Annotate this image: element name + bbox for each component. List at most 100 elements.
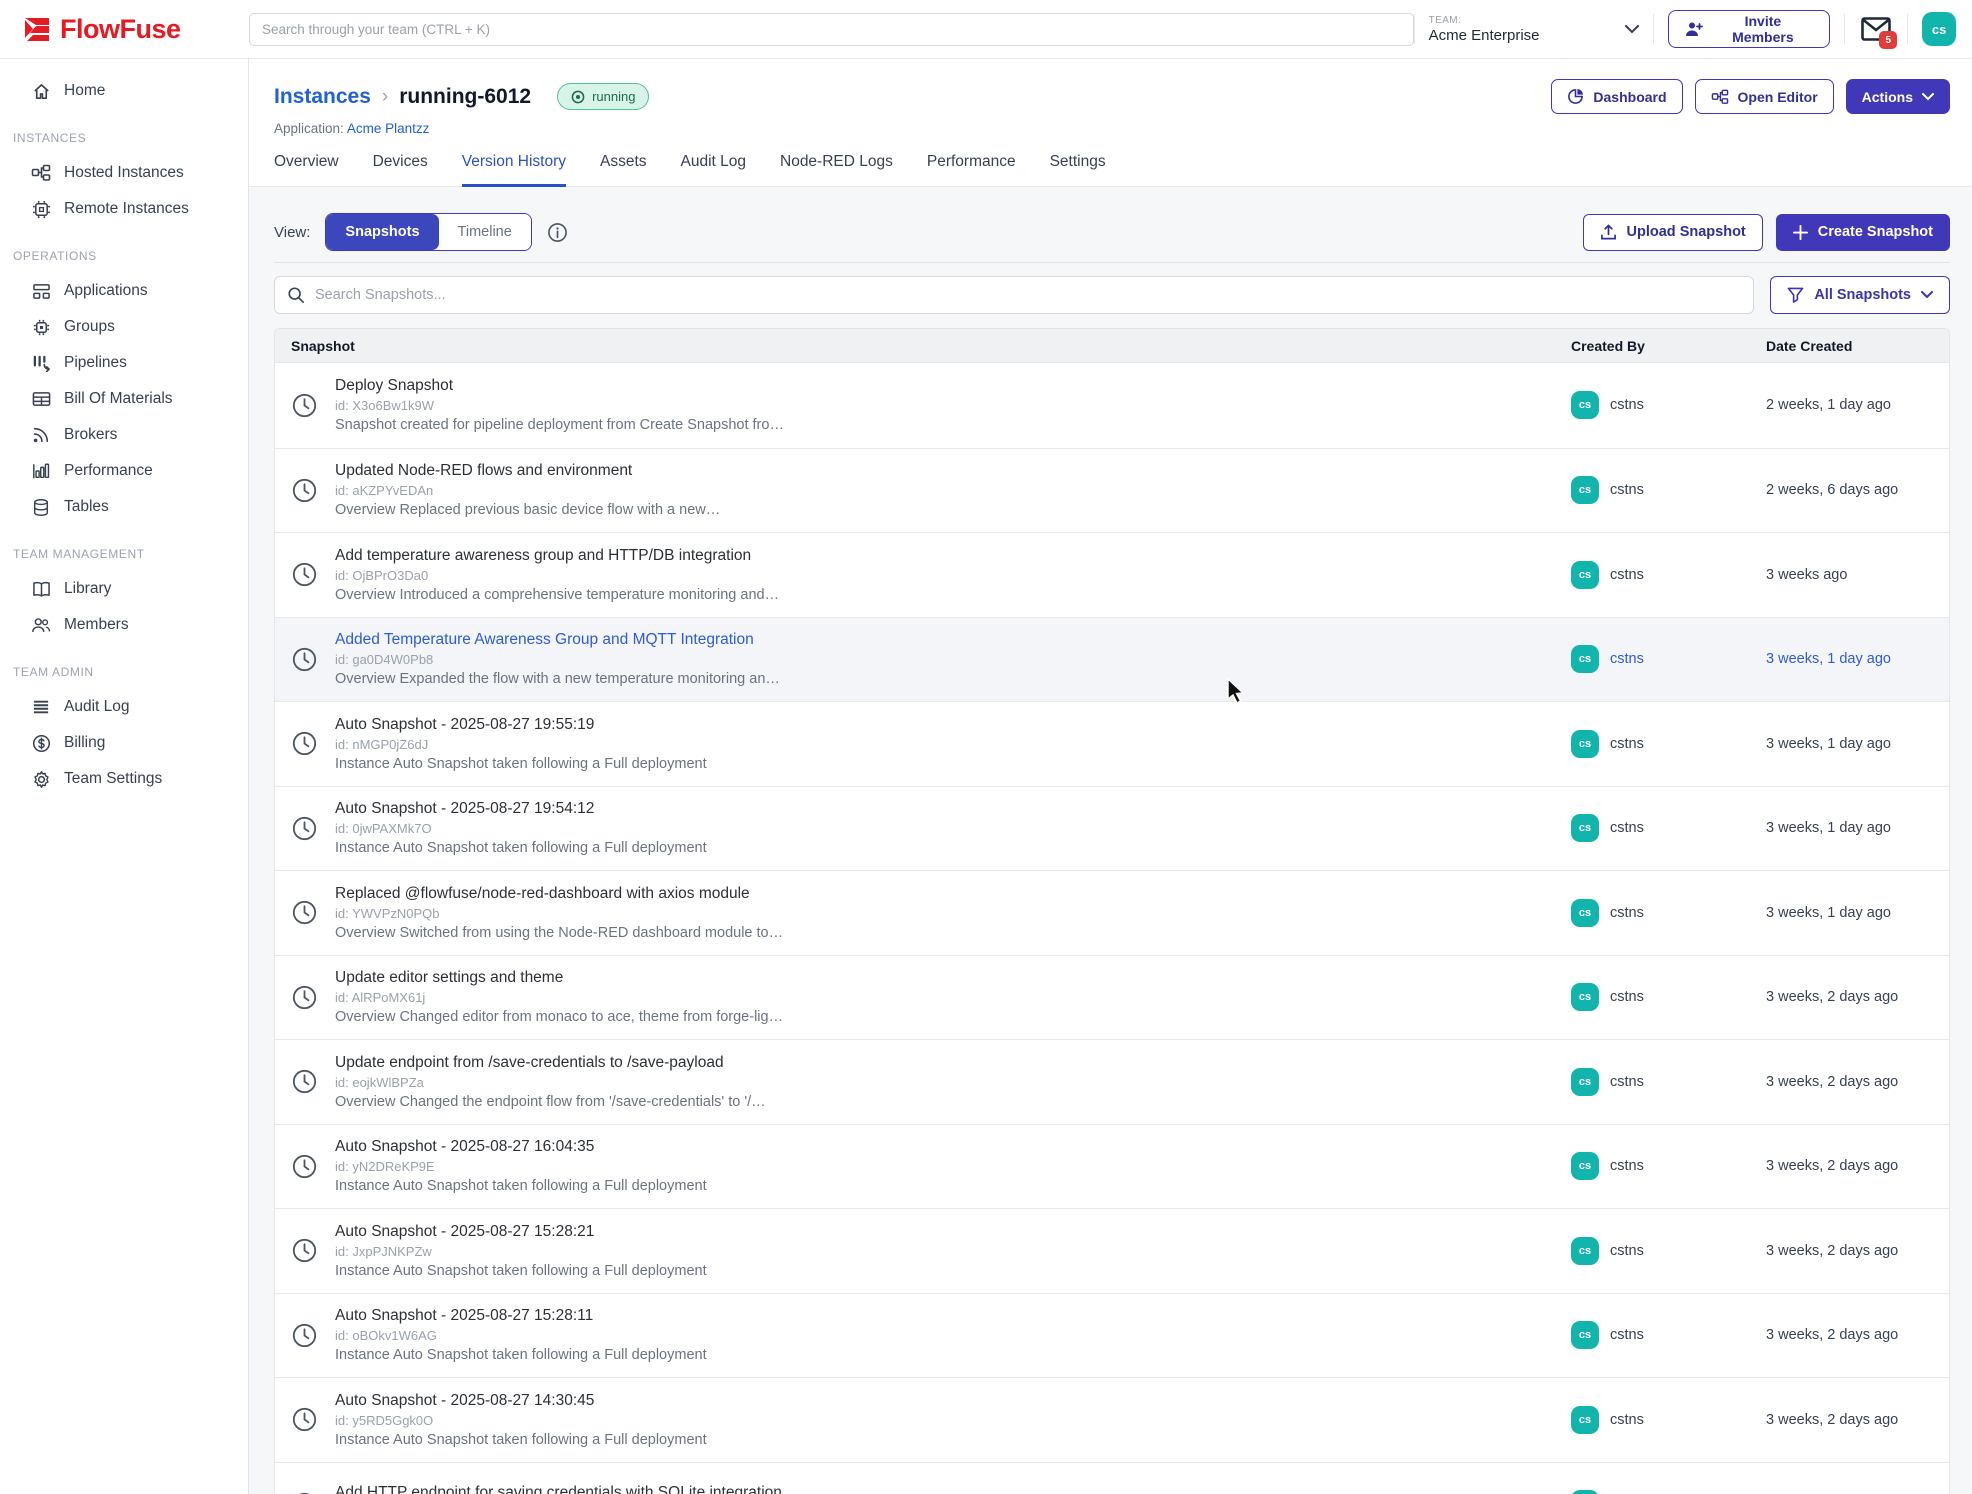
snapshot-title[interactable]: Update endpoint from /save-credentials t… [335,1054,766,1072]
clock-icon [291,899,318,926]
clock-icon [291,561,318,588]
tab-performance[interactable]: Performance [927,153,1016,187]
snapshot-table: Snapshot Created By Date Created Deploy … [274,328,1950,1494]
table-row[interactable]: Auto Snapshot - 2025-08-27 19:54:12 id: … [275,786,1949,871]
create-snapshot-button[interactable]: Create Snapshot [1776,214,1950,251]
snapshot-id: id: YWVPzN0PQb [335,906,783,921]
author-name: cstns [1610,736,1644,752]
sidebar-item-pipelines[interactable]: Pipelines [0,345,248,381]
sidebar-item-members[interactable]: Members [0,607,248,643]
tab-overview[interactable]: Overview [274,153,339,187]
upload-snapshot-button[interactable]: Upload Snapshot [1583,214,1763,251]
toggle-timeline[interactable]: Timeline [439,214,531,250]
notifications-button[interactable]: 5 [1859,11,1893,47]
breadcrumb-instances-link[interactable]: Instances [274,85,371,109]
sidebar-item-label: Brokers [64,426,117,444]
snapshot-id: id: X3o6Bw1k9W [335,398,784,413]
snapshot-title[interactable]: Add HTTP endpoint for saving credentials… [335,1484,782,1494]
all-snapshots-label: All Snapshots [1814,287,1911,303]
sidebar-item-home[interactable]: Home [0,73,248,109]
dashboard-button[interactable]: Dashboard [1551,79,1682,114]
sidebar-item-label: Remote Instances [64,200,189,218]
author-name: cstns [1610,482,1644,498]
table-row[interactable]: Replaced @flowfuse/node-red-dashboard wi… [275,870,1949,955]
snapshot-title[interactable]: Replaced @flowfuse/node-red-dashboard wi… [335,885,783,903]
members-icon [31,615,51,635]
snapshot-title[interactable]: Auto Snapshot - 2025-08-27 19:55:19 [335,716,707,734]
table-row[interactable]: Update endpoint from /save-credentials t… [275,1039,1949,1124]
date-created-cell: 3 weeks, 1 day ago [1766,651,1949,667]
table-row[interactable]: Add temperature awareness group and HTTP… [275,532,1949,617]
pipelines-icon [31,353,51,373]
team-search-input[interactable] [249,13,1414,46]
sidebar-item-remote-instances[interactable]: Remote Instances [0,191,248,227]
created-by-cell: cs cstns [1571,391,1766,419]
sidebar-item-applications[interactable]: Applications [0,273,248,309]
table-row[interactable]: Deploy Snapshot id: X3o6Bw1k9W Snapshot … [275,363,1949,448]
author-avatar: cs [1571,561,1599,589]
team-selector[interactable]: TEAM: Acme Enterprise [1429,15,1640,44]
tab-node-red-logs[interactable]: Node-RED Logs [780,153,893,187]
table-row[interactable]: Auto Snapshot - 2025-08-27 14:30:45 id: … [275,1377,1949,1462]
tab-devices[interactable]: Devices [373,153,428,187]
sidebar-item-audit-log[interactable]: Audit Log [0,689,248,725]
info-icon[interactable] [547,222,568,243]
sidebar-item-performance[interactable]: Performance [0,453,248,489]
tab-audit-log[interactable]: Audit Log [681,153,747,187]
sidebar-item-bill-of-materials[interactable]: Bill Of Materials [0,381,248,417]
date-created-cell: 3 weeks, 1 day ago [1766,736,1949,752]
clock-icon [291,1153,318,1180]
tab-version-history[interactable]: Version History [462,153,566,187]
table-row[interactable]: Auto Snapshot - 2025-08-27 16:04:35 id: … [275,1124,1949,1209]
view-toggle: Snapshots Timeline [325,213,531,251]
sidebar-item-billing[interactable]: Billing [0,725,248,761]
sidebar-item-tables[interactable]: Tables [0,489,248,525]
create-snapshot-label: Create Snapshot [1818,224,1933,240]
toggle-snapshots[interactable]: Snapshots [326,214,438,250]
open-editor-button[interactable]: Open Editor [1695,79,1834,114]
main-content: Instances › running-6012 running Dashboa… [249,59,1972,1494]
snapshot-title[interactable]: Auto Snapshot - 2025-08-27 15:28:11 [335,1307,707,1325]
snapshot-title[interactable]: Add temperature awareness group and HTTP… [335,547,779,565]
snapshot-title[interactable]: Deploy Snapshot [335,377,784,395]
table-row[interactable]: Add HTTP endpoint for saving credentials… [275,1462,1949,1494]
all-snapshots-dropdown[interactable]: All Snapshots [1770,276,1950,314]
sidebar-item-groups[interactable]: Groups [0,309,248,345]
flowfuse-logo[interactable]: FlowFuse [0,14,249,45]
snapshot-title[interactable]: Update editor settings and theme [335,969,783,987]
user-avatar[interactable]: cs [1922,12,1956,46]
snapshot-title[interactable]: Auto Snapshot - 2025-08-27 19:54:12 [335,800,707,818]
snapshot-title[interactable]: Updated Node-RED flows and environment [335,462,720,480]
table-row[interactable]: Updated Node-RED flows and environment i… [275,448,1949,533]
author-avatar: cs [1571,1152,1599,1180]
created-by-cell: cs cstns [1571,1490,1766,1494]
table-row[interactable]: Auto Snapshot - 2025-08-27 19:55:19 id: … [275,701,1949,786]
sidebar-item-brokers[interactable]: Brokers [0,417,248,453]
sidebar-item-label: Hosted Instances [64,164,184,182]
snapshot-title[interactable]: Auto Snapshot - 2025-08-27 15:28:21 [335,1223,707,1241]
actions-button[interactable]: Actions [1846,79,1950,114]
table-row[interactable]: Update editor settings and theme id: AlR… [275,955,1949,1040]
table-row[interactable]: Auto Snapshot - 2025-08-27 15:28:11 id: … [275,1293,1949,1378]
status-badge-label: running [592,89,635,104]
snapshot-title[interactable]: Added Temperature Awareness Group and MQ… [335,631,780,649]
invite-members-button[interactable]: Invite Members [1668,10,1830,48]
application-link[interactable]: Acme Plantzz [347,121,430,136]
snapshot-id: id: aKZPYvEDAn [335,483,720,498]
snapshot-search-input[interactable] [315,287,1741,303]
snapshot-title[interactable]: Auto Snapshot - 2025-08-27 14:30:45 [335,1392,707,1410]
date-created-cell: 2 weeks, 1 day ago [1766,397,1949,413]
sidebar-item-hosted-instances[interactable]: Hosted Instances [0,155,248,191]
tab-settings[interactable]: Settings [1050,153,1106,187]
snapshot-id: id: oBOkv1W6AG [335,1328,707,1343]
sidebar-item-library[interactable]: Library [0,571,248,607]
snapshot-description: Overview Expanded the flow with a new te… [335,671,780,687]
chevron-down-icon [1921,291,1933,299]
snapshot-title[interactable]: Auto Snapshot - 2025-08-27 16:04:35 [335,1138,707,1156]
table-row[interactable]: Added Temperature Awareness Group and MQ… [275,617,1949,702]
divider [1414,14,1415,44]
clock-icon [291,477,318,504]
sidebar-item-team-settings[interactable]: Team Settings [0,761,248,797]
tab-assets[interactable]: Assets [600,153,647,187]
table-row[interactable]: Auto Snapshot - 2025-08-27 15:28:21 id: … [275,1208,1949,1293]
